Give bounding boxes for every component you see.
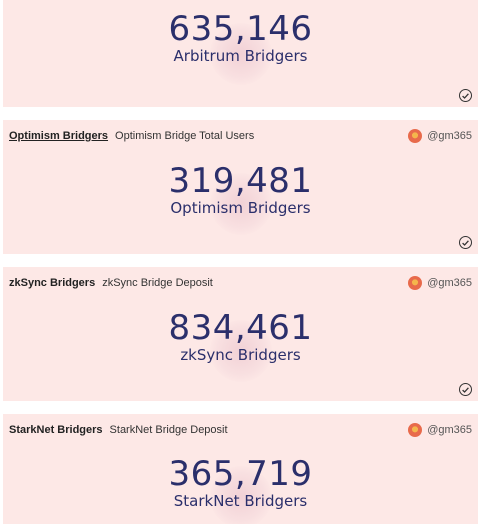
author-link[interactable]: @gm365 [408,276,472,290]
check-circle-icon [459,383,472,396]
counter-value: 834,461 [168,308,313,348]
counter-arbitrum: 635,146 Arbitrum Bridgers [3,9,478,85]
visualization-title: StarkNet Bridge Deposit [109,424,228,436]
counter-card-zksync: zkSync Bridgers zkSync Bridge Deposit @g… [3,267,478,401]
counter-value: 365,719 [168,454,313,494]
counter-optimism: 319,481 Optimism Bridgers [3,161,478,235]
counter-label: zkSync Bridgers [180,346,301,364]
counter-label: Arbitrum Bridgers [173,47,308,65]
counter-label: StarkNet Bridgers [173,492,308,510]
counter-value: 319,481 [168,161,313,201]
query-title-link[interactable]: zkSync Bridgers [9,277,95,289]
author-link[interactable]: @gm365 [408,423,472,437]
author-link[interactable]: @gm365 [408,129,472,143]
check-circle-icon [459,89,472,102]
counter-card-arbitrum: 635,146 Arbitrum Bridgers [3,0,478,107]
author-name: @gm365 [427,130,472,142]
check-circle-icon [459,236,472,249]
query-title-link[interactable]: Optimism Bridgers [9,130,108,142]
author-name: @gm365 [427,277,472,289]
avatar [408,129,423,143]
counter-label: Optimism Bridgers [170,199,311,217]
avatar [408,276,423,290]
counter-card-starknet: StarkNet Bridgers StarkNet Bridge Deposi… [3,414,478,524]
counter-value: 635,146 [168,9,313,49]
counter-zksync: 834,461 zkSync Bridgers [3,308,478,382]
visualization-title: Optimism Bridge Total Users [115,130,255,142]
counter-card-optimism: Optimism Bridgers Optimism Bridge Total … [3,120,478,254]
card-header: zkSync Bridgers zkSync Bridge Deposit @g… [9,275,472,291]
card-header: StarkNet Bridgers StarkNet Bridge Deposi… [9,422,472,438]
author-name: @gm365 [427,424,472,436]
query-title-link[interactable]: StarkNet Bridgers [9,424,103,436]
avatar [408,423,423,437]
dashboard-page: 635,146 Arbitrum Bridgers Optimism Bridg… [0,0,481,524]
visualization-title: zkSync Bridge Deposit [102,277,213,289]
counter-starknet: 365,719 StarkNet Bridgers [3,454,478,524]
card-header: Optimism Bridgers Optimism Bridge Total … [9,128,472,144]
